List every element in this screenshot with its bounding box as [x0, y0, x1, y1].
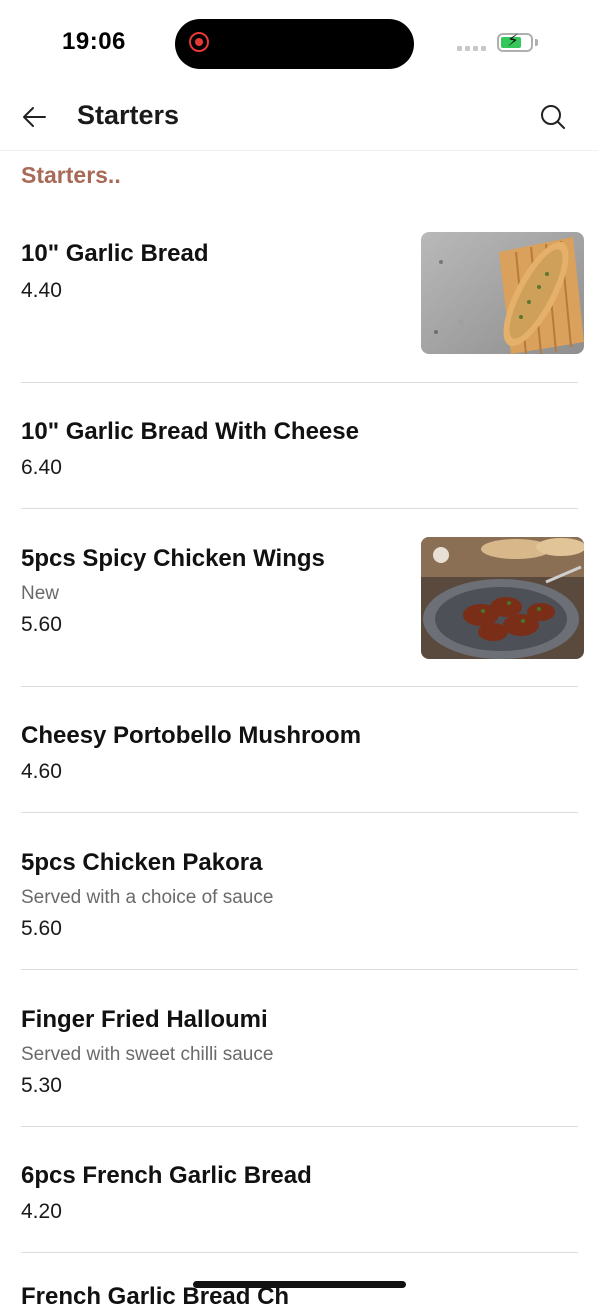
menu-item[interactable]: 5pcs Spicy Chicken Wings New 5.60: [21, 509, 584, 687]
back-button[interactable]: [18, 100, 52, 134]
screen-recording-icon: [189, 32, 209, 52]
item-price: 4.20: [21, 1200, 62, 1223]
status-bar: 19:06 ⚡: [0, 0, 598, 88]
page-title: Starters: [77, 100, 180, 130]
menu-item[interactable]: Finger Fried Halloumi Served with sweet …: [21, 970, 578, 1127]
search-button[interactable]: [536, 100, 570, 134]
menu-item[interactable]: 5pcs Chicken Pakora Served with a choice…: [21, 813, 578, 970]
item-name: Finger Fried Halloumi: [21, 1006, 268, 1033]
item-description: Served with sweet chilli sauce: [21, 1044, 274, 1065]
chicken-wings-photo: [421, 537, 584, 659]
item-name: 6pcs French Garlic Bread: [21, 1162, 312, 1189]
menu-item[interactable]: 10" Garlic Bread With Cheese 6.40: [21, 383, 578, 509]
item-price: 5.60: [21, 917, 62, 940]
item-price: 4.60: [21, 760, 62, 783]
home-indicator[interactable]: [193, 1281, 406, 1288]
item-name: Cheesy Portobello Mushroom: [21, 722, 362, 749]
app-header: Starters: [0, 88, 598, 151]
item-name: 5pcs Chicken Pakora: [21, 849, 263, 876]
dynamic-island: [175, 19, 414, 69]
menu-item[interactable]: 10" Garlic Bread 4.40: [21, 222, 584, 383]
item-price: 5.60: [21, 613, 62, 636]
item-name: 5pcs Spicy Chicken Wings: [21, 545, 325, 572]
item-badge: New: [21, 583, 60, 604]
battery-icon: ⚡: [497, 32, 533, 52]
battery-cap: [535, 39, 538, 46]
menu-item[interactable]: 6pcs French Garlic Bread 4.20: [21, 1127, 578, 1253]
item-description: Served with a choice of sauce: [21, 887, 274, 908]
status-time: 19:06: [62, 28, 126, 55]
item-price: 5.30: [21, 1074, 62, 1097]
item-name: 10" Garlic Bread: [21, 240, 209, 267]
search-icon: [541, 105, 565, 129]
menu-item[interactable]: Cheesy Portobello Mushroom 4.60: [21, 687, 578, 813]
garlic-bread-photo: [421, 232, 584, 354]
item-price: 4.40: [21, 279, 62, 302]
arrow-left-icon: [23, 107, 46, 127]
cellular-signal-icon: [457, 46, 486, 51]
item-name: 10" Garlic Bread With Cheese: [21, 418, 359, 445]
item-price: 6.40: [21, 456, 62, 479]
section-title: Starters..: [21, 162, 121, 188]
